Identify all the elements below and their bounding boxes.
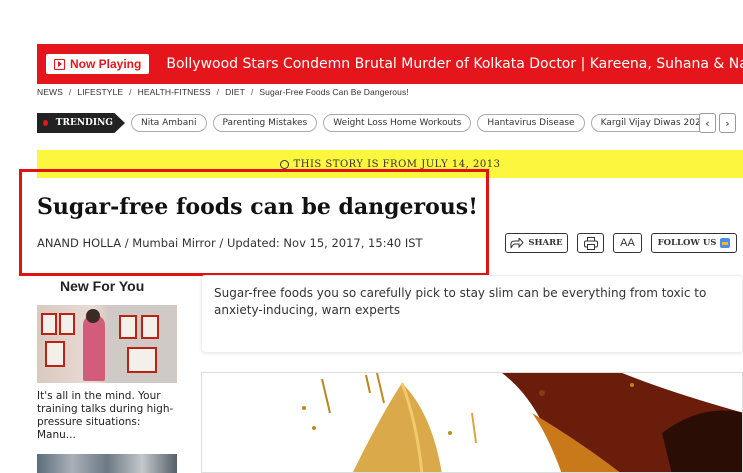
- photo-frame: [119, 315, 137, 339]
- photo-frame: [127, 347, 157, 373]
- trending-prev-button[interactable]: ‹: [699, 113, 716, 133]
- clock-icon: [279, 159, 289, 169]
- breadcrumb-separator: /: [216, 87, 220, 97]
- story-date-text: THIS STORY IS FROM JULY 14, 2013: [293, 158, 501, 170]
- now-playing-label: Now Playing: [70, 57, 142, 71]
- now-playing-bar[interactable]: Now Playing Bollywood Stars Condemn Brut…: [37, 44, 743, 84]
- breadcrumb-diet[interactable]: DIET: [225, 87, 245, 97]
- breadcrumb-separator: /: [250, 87, 254, 97]
- article-hero-image[interactable]: [201, 372, 743, 473]
- article-summary-card: Sugar-free foods you so carefully pick t…: [201, 275, 743, 353]
- photo-frame: [45, 341, 65, 367]
- new-for-you-caption[interactable]: It's all in the mind. Your training talk…: [37, 390, 182, 442]
- font-size-button[interactable]: AA: [613, 233, 642, 253]
- breadcrumb-lifestyle[interactable]: LIFESTYLE: [77, 87, 123, 97]
- chevron-left-icon: ‹: [705, 116, 710, 130]
- photo-frame: [41, 313, 57, 335]
- highlight-box: [19, 169, 489, 276]
- new-for-you-thumbnail[interactable]: [37, 305, 177, 383]
- trending-next-button[interactable]: ›: [719, 113, 736, 133]
- article-summary: Sugar-free foods you so carefully pick t…: [214, 286, 707, 317]
- breadcrumb-news[interactable]: NEWS: [37, 87, 63, 97]
- share-icon: [510, 237, 525, 248]
- chevron-right-icon: ›: [725, 116, 730, 130]
- trending-bar: TRENDING Nita Ambani Parenting Mistakes …: [37, 113, 713, 133]
- play-icon: [54, 58, 65, 70]
- breadcrumb-separator: /: [129, 87, 132, 97]
- person-head: [86, 309, 100, 323]
- person-figure: [83, 315, 105, 381]
- new-for-you-heading: New For You: [60, 278, 145, 294]
- follow-us-button[interactable]: FOLLOW US: [651, 233, 737, 253]
- share-label: SHARE: [528, 238, 563, 248]
- breadcrumb-separator: /: [68, 87, 72, 97]
- now-playing-title[interactable]: Bollywood Stars Condemn Brutal Murder of…: [166, 56, 743, 72]
- trending-chip[interactable]: Parenting Mistakes: [212, 114, 318, 132]
- breadcrumb: NEWS / LIFESTYLE / HEALTH-FITNESS / DIET / Sugar…: [37, 87, 409, 97]
- follow-us-label: FOLLOW US: [657, 238, 717, 248]
- hero-illustration: [202, 373, 742, 472]
- breadcrumb-current: Sugar-Free Foods Can Be Dangerous!: [259, 87, 409, 97]
- trending-dot-icon: [43, 120, 48, 126]
- trending-chip[interactable]: Kargil Vijay Diwas 202: [590, 114, 713, 132]
- trending-chip[interactable]: Weight Loss Home Workouts: [323, 114, 472, 132]
- breadcrumb-health-fitness[interactable]: HEALTH-FITNESS: [138, 87, 211, 97]
- photo-frame: [59, 313, 75, 335]
- trending-chip[interactable]: Nita Ambani: [131, 114, 207, 132]
- share-button[interactable]: SHARE: [505, 233, 568, 253]
- print-icon: [583, 236, 598, 250]
- now-playing-badge[interactable]: Now Playing: [46, 54, 150, 74]
- trending-label: TRENDING: [55, 118, 113, 128]
- google-news-icon: [720, 238, 731, 248]
- print-button[interactable]: [577, 233, 604, 253]
- photo-frame: [141, 315, 159, 339]
- trending-badge: TRENDING: [37, 113, 125, 133]
- new-for-you-thumbnail[interactable]: [37, 454, 177, 473]
- trending-chip[interactable]: Hantavirus Disease: [477, 114, 585, 132]
